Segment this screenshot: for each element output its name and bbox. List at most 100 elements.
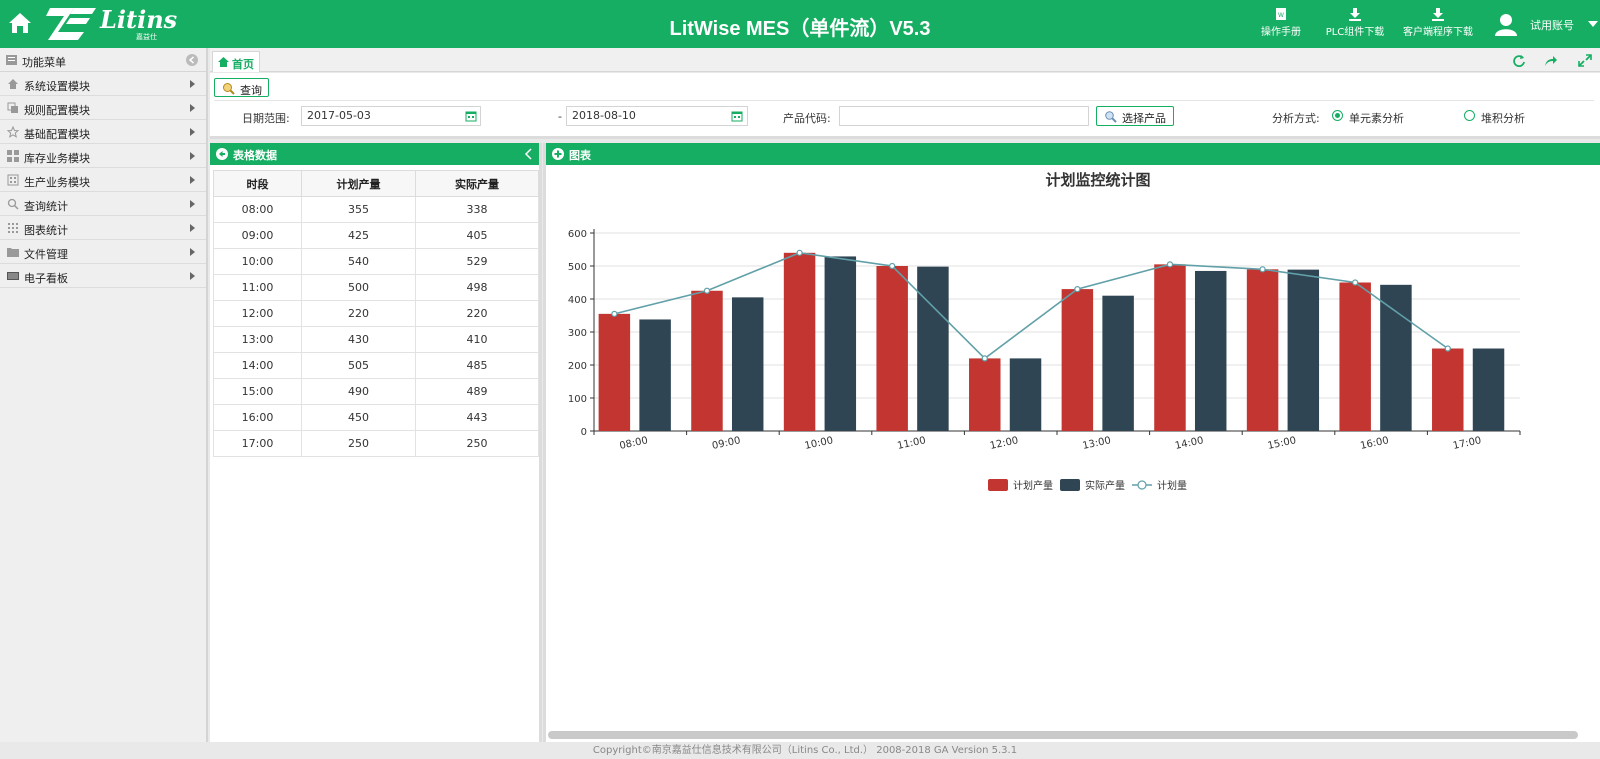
table-row[interactable]: 11:00 500 498 — [213, 274, 539, 301]
y-tick-label: 100 — [568, 394, 587, 405]
logo: Litins 嘉益仕 — [44, 2, 178, 46]
column-header[interactable]: 计划产量 — [301, 170, 416, 197]
manual-button[interactable]: W 操作手册 — [1256, 7, 1306, 38]
logo-mark-icon — [46, 8, 96, 40]
y-tick-label: 600 — [568, 229, 587, 240]
bar-计划产量 — [876, 266, 908, 431]
legend-label: 实际产量 — [1085, 479, 1125, 492]
star-icon — [7, 126, 19, 138]
table-row[interactable]: 08:00 355 338 — [213, 196, 539, 223]
line-point — [1074, 285, 1081, 293]
bar-实际产量 — [1009, 358, 1042, 431]
legend-swatch — [1060, 479, 1080, 491]
chart-title: 计划监控统计图 — [1045, 171, 1150, 189]
client-download-button[interactable]: 客户端程序下载 — [1400, 7, 1476, 38]
column-header[interactable]: 实际产量 — [415, 170, 539, 197]
search-icon — [1105, 111, 1117, 123]
date-to-input[interactable]: 2018-08-10 — [566, 106, 748, 126]
sidebar: 功能菜单 系统设置模块 规则配置模块 基础配置模块 库存业务模块 生产业务模块 … — [0, 48, 208, 742]
date-from-input[interactable]: 2017-05-03 — [301, 106, 481, 126]
fullscreen-icon[interactable] — [1578, 54, 1592, 67]
table-row[interactable]: 12:00 220 220 — [213, 300, 539, 327]
table-row[interactable]: 09:00 425 405 — [213, 222, 539, 249]
sidebar-item-label: 基础配置模块 — [24, 128, 90, 141]
sidebar-item-chart-stats[interactable]: 图表统计 — [0, 216, 206, 240]
chevron-right-icon — [190, 272, 195, 280]
table-panel-header: 表格数据 — [210, 143, 539, 165]
horizontal-scrollbar[interactable] — [548, 731, 1578, 739]
sidebar-item-e-board[interactable]: 电子看板 — [0, 264, 206, 288]
tab-home[interactable]: 首页 — [212, 51, 260, 72]
y-tick-label: 400 — [568, 295, 587, 306]
table-cell: 505 — [301, 352, 416, 379]
table-header-row: 时段 计划产量 实际产量 — [213, 170, 539, 197]
arrow-left-circle-icon — [216, 148, 228, 160]
menu-icon — [6, 55, 17, 65]
column-header[interactable]: 时段 — [213, 170, 302, 197]
sidebar-item-label: 库存业务模块 — [24, 152, 90, 165]
sidebar-item-query-stats[interactable]: 查询统计 — [0, 192, 206, 216]
table-row[interactable]: 13:00 430 410 — [213, 326, 539, 353]
table-cell: 425 — [301, 222, 416, 249]
table-row[interactable]: 14:00 505 485 — [213, 352, 539, 379]
date-range-label: 日期范围: — [242, 112, 290, 125]
line-point — [611, 310, 618, 317]
board-icon — [7, 272, 19, 280]
x-tick-label: 10:00 — [804, 435, 834, 452]
app-title: LitWise MES（单件流）V5.3 — [669, 18, 931, 40]
table-cell: 443 — [415, 404, 539, 431]
line-point — [1444, 345, 1451, 352]
chevron-right-icon — [190, 224, 195, 232]
sidebar-item-inventory[interactable]: 库存业务模块 — [0, 144, 206, 168]
sidebar-item-file-management[interactable]: 文件管理 — [0, 240, 206, 264]
chevron-right-icon — [190, 80, 195, 88]
table-row[interactable]: 17:00 250 250 — [213, 430, 539, 457]
calendar-icon[interactable] — [465, 110, 477, 122]
table-row[interactable]: 10:00 540 529 — [213, 248, 539, 275]
sidebar-item-production[interactable]: 生产业务模块 — [0, 168, 206, 192]
radio-single-element[interactable] — [1332, 110, 1343, 121]
chart-panel: 图表 计划监控统计图 0 100 200 300 400 500 600 08:00 09:00 1… — [546, 143, 1600, 742]
user-name: 试用账号 — [1530, 19, 1574, 32]
product-code-input[interactable] — [839, 106, 1089, 126]
bar-实际产量 — [639, 319, 671, 431]
caret-down-icon — [1588, 21, 1598, 27]
line-point — [1259, 266, 1266, 273]
line-point — [1352, 279, 1359, 286]
forward-icon[interactable] — [1544, 54, 1558, 67]
chart-icon — [8, 223, 18, 233]
plc-download-button[interactable]: PLC组件下载 — [1320, 7, 1390, 38]
table-row[interactable]: 15:00 490 489 — [213, 378, 539, 405]
line-point — [889, 262, 896, 270]
sidebar-item-system-settings[interactable]: 系统设置模块 — [0, 72, 206, 96]
table-row[interactable]: 16:00 450 443 — [213, 404, 539, 431]
sidebar-item-rules-config[interactable]: 规则配置模块 — [0, 96, 206, 120]
line-point — [1166, 261, 1174, 268]
query-button[interactable]: 查询 — [214, 78, 269, 97]
footer: Copyright©南京嘉益仕信息技术有限公司（Litins Co., Ltd.… — [0, 742, 1600, 759]
calendar-icon[interactable] — [731, 110, 743, 122]
x-tick-label: 12:00 — [989, 435, 1019, 452]
radio-stacked[interactable] — [1464, 110, 1475, 121]
select-product-button[interactable]: 选择产品 — [1096, 106, 1174, 126]
product-code-label: 产品代码: — [783, 112, 831, 125]
legend-label: 计划量 — [1157, 479, 1187, 492]
refresh-icon[interactable] — [1512, 54, 1526, 67]
select-product-label: 选择产品 — [1122, 112, 1166, 125]
chevron-left-icon[interactable] — [524, 148, 534, 160]
sidebar-item-basic-config[interactable]: 基础配置模块 — [0, 120, 206, 144]
table-cell: 540 — [301, 248, 416, 275]
home-icon[interactable] — [7, 10, 33, 36]
bar-计划产量 — [598, 313, 631, 431]
table-cell: 16:00 — [213, 404, 302, 431]
chevron-right-icon — [190, 248, 195, 256]
data-table: 时段 计划产量 实际产量 08:00 355 338 09:00 425 405 10:00… — [213, 170, 539, 457]
search-icon — [223, 83, 235, 95]
table-cell: 220 — [301, 300, 416, 327]
chart-panel-title: 图表 — [569, 149, 591, 162]
table-cell: 14:00 — [213, 352, 302, 379]
sidebar-item-label: 图表统计 — [24, 224, 68, 237]
collapse-sidebar-icon[interactable] — [186, 54, 198, 66]
x-tick-label: 13:00 — [1082, 435, 1112, 452]
logo-text: Litins — [100, 5, 178, 34]
